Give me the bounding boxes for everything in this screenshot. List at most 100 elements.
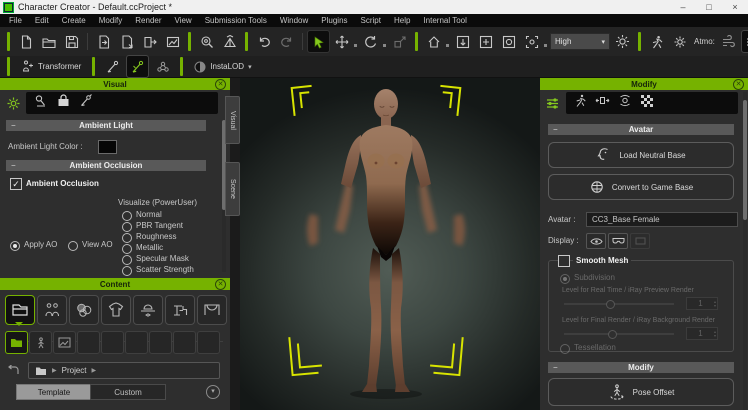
final-level-spinner[interactable]: 1 ▴▾ — [686, 327, 718, 340]
slot-empty[interactable] — [125, 331, 148, 354]
slot-empty[interactable] — [77, 331, 100, 354]
close-icon[interactable]: ✕ — [215, 79, 226, 90]
wind-settings-button[interactable] — [719, 31, 740, 52]
zoom-to-object-button[interactable] — [196, 31, 217, 52]
menu-render[interactable]: Render — [135, 16, 161, 25]
expand-chevron-button[interactable]: ▾ — [206, 385, 220, 399]
menu-file[interactable]: File — [9, 16, 22, 25]
display-extra-button[interactable] — [630, 233, 650, 249]
spin-down-icon[interactable]: ▾ — [714, 334, 716, 338]
rotate-options-dropdown[interactable] — [383, 44, 386, 47]
visual-tab-display[interactable] — [3, 93, 24, 114]
avatar-name-field[interactable]: CC3_Base Female — [586, 212, 738, 227]
pivot-tool-button[interactable] — [219, 31, 240, 52]
radio-specular-mask[interactable] — [122, 255, 132, 265]
mesh-nodes-button[interactable] — [152, 56, 173, 77]
slot-character[interactable] — [29, 331, 52, 354]
realtime-level-spinner[interactable]: 1 ▴▾ — [686, 297, 718, 310]
category-material-button[interactable] — [69, 295, 99, 325]
face-camera-button[interactable] — [452, 31, 473, 52]
edit-mesh-button[interactable] — [127, 56, 148, 77]
instalod-button[interactable]: InstaLOD ▾ — [190, 58, 255, 76]
open-project-button[interactable] — [38, 31, 59, 52]
radio-apply-ao[interactable] — [10, 241, 20, 251]
slot-empty[interactable] — [101, 331, 124, 354]
camera-options-dropdown[interactable] — [446, 44, 449, 47]
spin-down-icon[interactable]: ▾ — [714, 304, 716, 308]
menu-submission-tools[interactable]: Submission Tools — [205, 16, 267, 25]
menu-window[interactable]: Window — [280, 16, 308, 25]
close-icon[interactable]: ✕ — [733, 79, 744, 90]
modify-scrollbar[interactable] — [743, 92, 747, 410]
realtime-level-slider[interactable] — [564, 303, 674, 305]
frame-options-dropdown[interactable] — [544, 44, 547, 47]
tab-custom[interactable]: Custom — [90, 384, 166, 400]
radio-scatter-strength[interactable] — [122, 266, 132, 276]
minimize-button[interactable]: – — [670, 0, 696, 14]
modify-tab-morph[interactable] — [618, 94, 632, 112]
menu-view[interactable]: View — [175, 16, 192, 25]
collapse-icon[interactable]: − — [11, 121, 16, 130]
scale-tool-button[interactable] — [389, 31, 410, 52]
visual-settings-button[interactable] — [742, 31, 748, 52]
ambient-light-color-swatch[interactable] — [98, 140, 117, 154]
visual-panel-header[interactable]: Visual ✕ — [0, 78, 230, 90]
home-camera-button[interactable] — [423, 31, 444, 52]
rotate-tool-button[interactable] — [360, 31, 381, 52]
category-stage-button[interactable] — [197, 295, 227, 325]
export-image-button[interactable] — [162, 31, 183, 52]
visual-tab-camera[interactable] — [79, 94, 93, 113]
convert-to-game-base-button[interactable]: Convert to Game Base — [548, 174, 734, 200]
content-panel-header[interactable]: Content ✕ — [0, 278, 230, 290]
modify-tab-attribute[interactable] — [542, 93, 563, 114]
modify-section-header[interactable]: − Modify — [548, 362, 734, 373]
modify-tab-transform[interactable] — [595, 94, 610, 112]
modify-tab-texture[interactable] — [640, 94, 654, 113]
move-options-dropdown[interactable] — [354, 44, 357, 47]
menu-internal-tool[interactable]: Internal Tool — [423, 16, 466, 25]
radio-pbr-tangent[interactable] — [122, 222, 132, 232]
ambient-light-section-header[interactable]: − Ambient Light — [6, 120, 206, 131]
tab-template[interactable]: Template — [16, 384, 92, 400]
menu-help[interactable]: Help — [394, 16, 410, 25]
ambient-occlusion-section-header[interactable]: − Ambient Occlusion — [6, 160, 206, 171]
load-neutral-base-button[interactable]: Load Neutral Base — [548, 142, 734, 168]
radio-tessellation[interactable] — [560, 344, 570, 354]
modify-panel-header[interactable]: Modify ✕ — [540, 78, 748, 90]
edit-pose-button[interactable] — [102, 56, 123, 77]
side-tab-visual[interactable]: Visual — [225, 96, 240, 144]
category-avatar-button[interactable] — [37, 295, 67, 325]
radio-roughness[interactable] — [122, 233, 132, 243]
breadcrumb[interactable]: ▶ Project ▶ — [28, 362, 220, 379]
category-project-button[interactable] — [5, 295, 35, 325]
radio-metallic[interactable] — [122, 244, 132, 254]
avatar-section-header[interactable]: − Avatar — [548, 124, 734, 135]
center-camera-button[interactable] — [475, 31, 496, 52]
visual-tab-background[interactable] — [56, 94, 71, 113]
category-cloth-button[interactable] — [101, 295, 131, 325]
back-button[interactable] — [4, 362, 22, 378]
modify-tab-animation[interactable] — [574, 94, 587, 112]
collapse-icon[interactable]: − — [553, 125, 558, 134]
maximize-button[interactable]: □ — [696, 0, 722, 14]
select-tool-button[interactable] — [308, 31, 329, 52]
transformer-button[interactable]: Transformer — [17, 58, 85, 76]
final-level-slider[interactable] — [564, 333, 674, 335]
send-to-button[interactable] — [139, 31, 160, 52]
menu-plugins[interactable]: Plugins — [321, 16, 347, 25]
radio-view-ao[interactable] — [68, 241, 78, 251]
reset-camera-button[interactable] — [498, 31, 519, 52]
slot-folder[interactable] — [5, 331, 28, 354]
breadcrumb-project[interactable]: Project — [62, 366, 87, 375]
light-settings-button[interactable] — [612, 31, 633, 52]
slot-empty[interactable] — [197, 331, 220, 354]
category-furniture-button[interactable] — [165, 295, 195, 325]
collapse-icon[interactable]: − — [11, 161, 16, 170]
display-visibility-button[interactable] — [586, 233, 606, 249]
menu-create[interactable]: Create — [62, 16, 86, 25]
viewport-3d[interactable] — [240, 78, 540, 410]
side-tab-scene[interactable]: Scene — [225, 162, 240, 216]
radio-normal[interactable] — [122, 211, 132, 221]
save-project-button[interactable] — [61, 31, 82, 52]
collapse-icon[interactable]: − — [553, 363, 558, 372]
